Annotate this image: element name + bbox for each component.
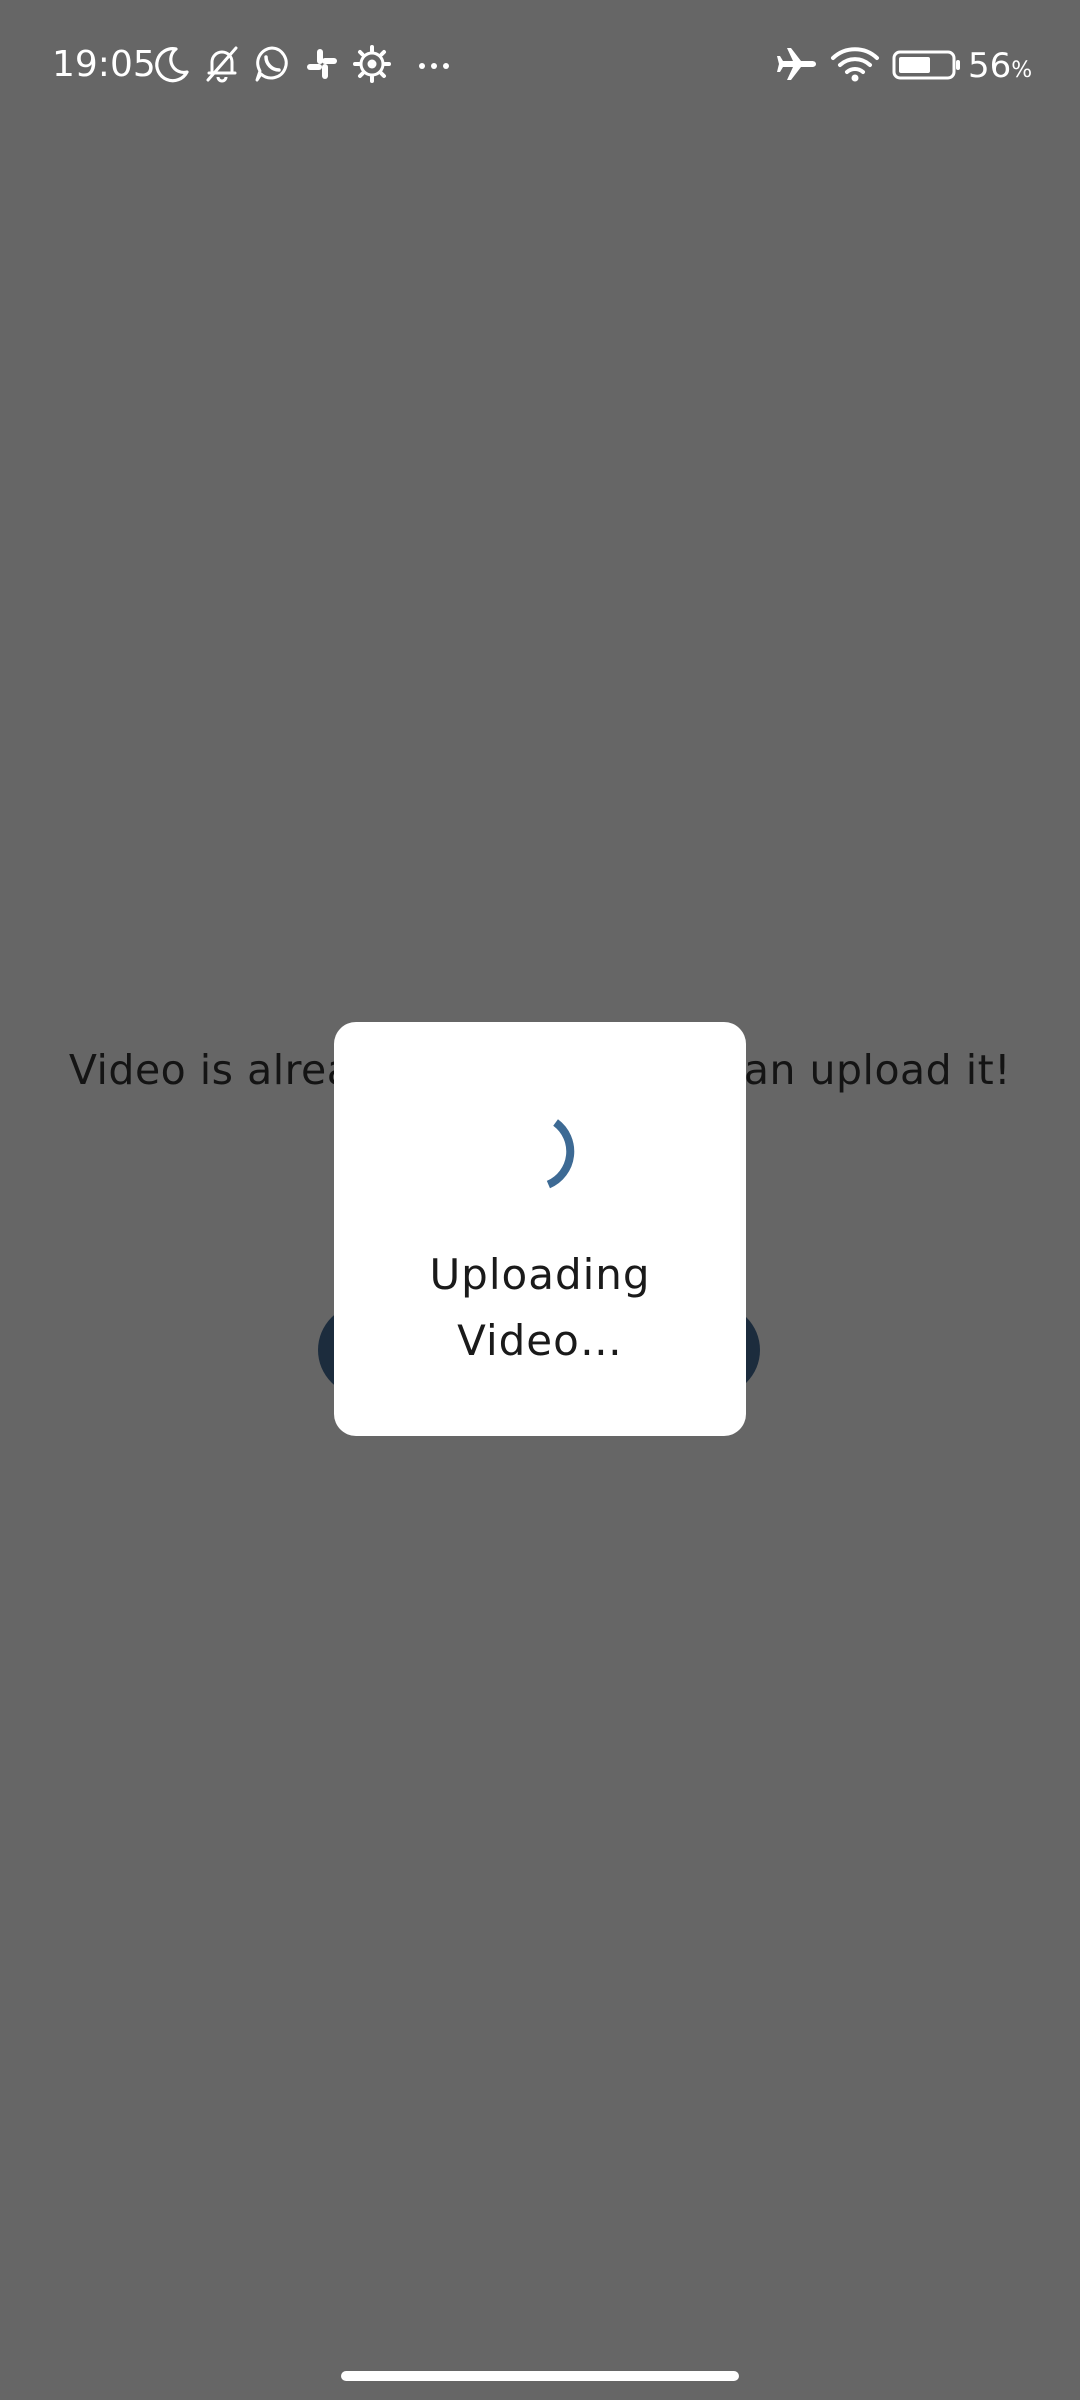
slack-icon <box>302 44 342 84</box>
moon-icon <box>152 44 192 84</box>
home-indicator[interactable] <box>341 2371 739 2381</box>
settings-icon <box>352 44 392 84</box>
dialog-message-line2: Video… <box>457 1316 623 1365</box>
airplane-icon <box>774 44 818 84</box>
upload-progress-dialog: Uploading Video… <box>334 1022 746 1436</box>
dialog-message-line1: Uploading <box>429 1250 651 1299</box>
more-dots-icon <box>414 44 454 84</box>
whatsapp-icon <box>252 44 292 84</box>
screen: 19:05 56% Video is already can upload it… <box>0 0 1080 2400</box>
loading-spinner-icon <box>485 1101 597 1213</box>
status-bar: 19:05 56% <box>0 0 1080 130</box>
battery-icon <box>892 44 962 84</box>
status-time: 19:05 <box>52 44 156 85</box>
battery-percent: 56% <box>968 46 1033 86</box>
bell-off-icon <box>202 44 242 84</box>
dialog-message: Uploading Video… <box>334 1242 746 1374</box>
wifi-icon <box>830 44 880 84</box>
